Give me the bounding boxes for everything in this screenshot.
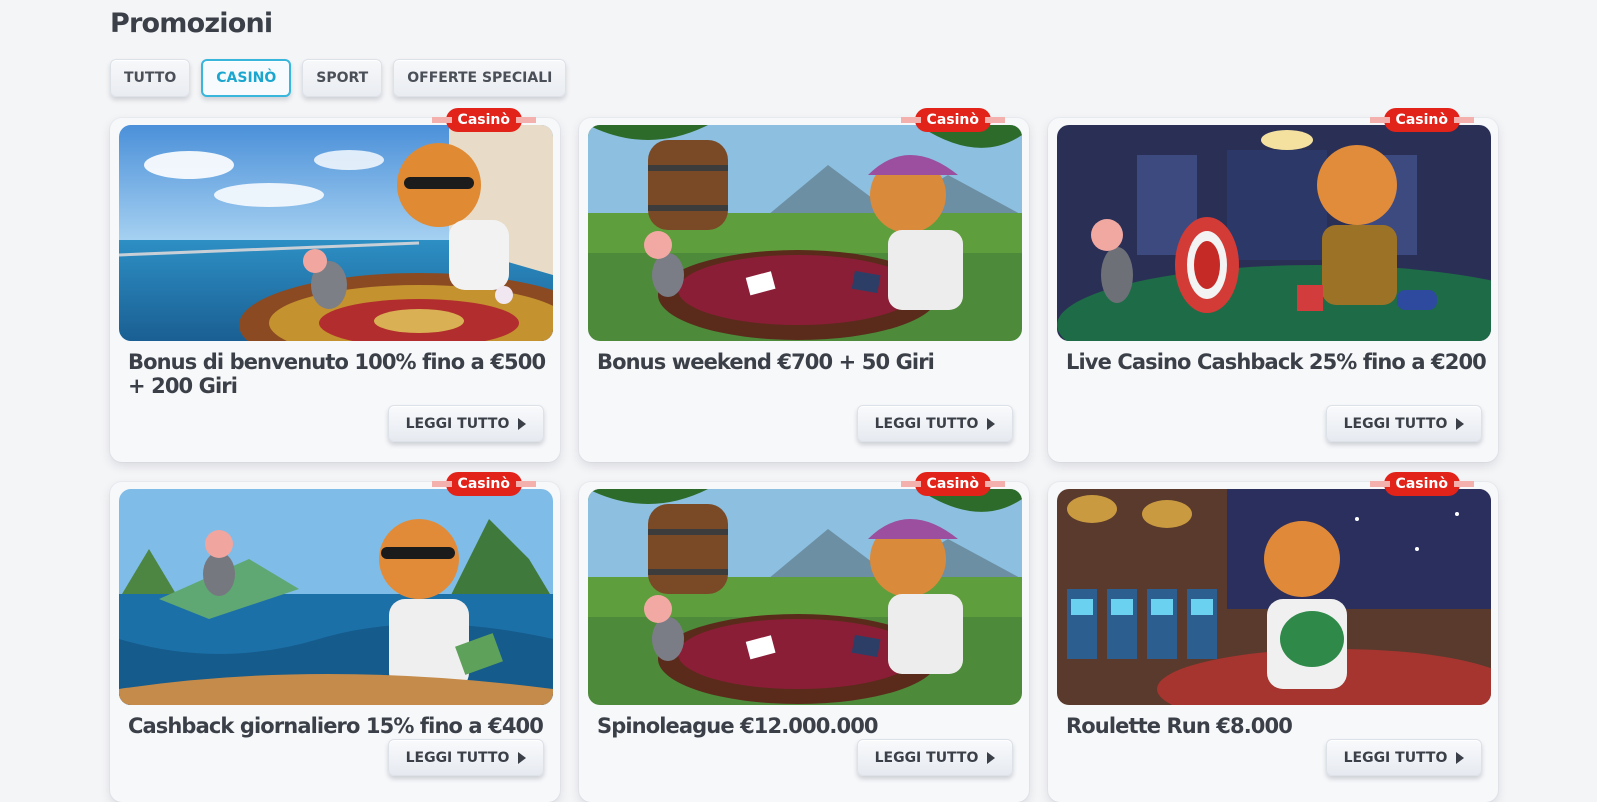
- category-badge: Casinò: [900, 472, 1006, 496]
- read-more-label: LEGGI TUTTO: [1343, 415, 1448, 432]
- promo-title: Bonus weekend €700 + 50 Giri: [597, 350, 935, 374]
- play-arrow-icon: [1456, 751, 1465, 764]
- promo-card[interactable]: Casinò: [579, 108, 1029, 462]
- promo-card[interactable]: Casinò: [1048, 472, 1498, 802]
- filter-tab-special-offers[interactable]: OFFERTE SPECIALI: [393, 59, 567, 97]
- promo-title: Spinoleague €12.000.000: [597, 714, 879, 738]
- promo-card[interactable]: Casinò Cashback giornaliero 15% fino a €…: [110, 472, 560, 802]
- promo-title: Live Casino Cashback 25% fino a €200: [1066, 350, 1487, 374]
- read-more-button[interactable]: LEGGI TUTTO: [388, 405, 544, 442]
- promo-title: Bonus di benvenuto 100% fino a €500 + 20…: [128, 350, 546, 398]
- category-badge: Casinò: [431, 472, 537, 496]
- read-more-label: LEGGI TUTTO: [405, 749, 510, 766]
- category-badge: Casinò: [900, 108, 1006, 132]
- play-arrow-icon: [518, 751, 527, 764]
- promo-image[interactable]: [1057, 489, 1491, 705]
- filter-tab-sport[interactable]: SPORT: [302, 59, 383, 97]
- play-arrow-icon: [987, 751, 996, 764]
- filter-bar: TUTTO CASINÒ SPORT OFFERTE SPECIALI: [110, 59, 567, 97]
- page-title: Promozioni: [110, 8, 273, 39]
- read-more-label: LEGGI TUTTO: [405, 415, 510, 432]
- play-arrow-icon: [518, 417, 527, 430]
- play-arrow-icon: [987, 417, 996, 430]
- read-more-button[interactable]: LEGGI TUTTO: [1326, 405, 1482, 442]
- read-more-button[interactable]: LEGGI TUTTO: [857, 405, 1013, 442]
- promo-card[interactable]: Casinò: [1048, 108, 1498, 462]
- filter-tab-all[interactable]: TUTTO: [110, 59, 191, 97]
- promo-card[interactable]: Casinò: [579, 472, 1029, 802]
- read-more-label: LEGGI TUTTO: [1343, 749, 1448, 766]
- promotions-grid: Casinò Bonus di benvenuto 100% fino a €5…: [110, 108, 1498, 802]
- promo-image[interactable]: [588, 489, 1022, 705]
- read-more-button[interactable]: LEGGI TUTTO: [1326, 739, 1482, 776]
- read-more-button[interactable]: LEGGI TUTTO: [857, 739, 1013, 776]
- play-arrow-icon: [1456, 417, 1465, 430]
- category-badge: Casinò: [1369, 472, 1475, 496]
- filter-tab-casino[interactable]: CASINÒ: [201, 59, 292, 97]
- promo-title: Roulette Run €8.000: [1066, 714, 1293, 738]
- category-badge: Casinò: [1369, 108, 1475, 132]
- read-more-label: LEGGI TUTTO: [874, 749, 979, 766]
- read-more-label: LEGGI TUTTO: [874, 415, 979, 432]
- promo-image[interactable]: [1057, 125, 1491, 341]
- promo-title: Cashback giornaliero 15% fino a €400: [128, 714, 544, 738]
- category-badge: Casinò: [431, 108, 537, 132]
- promo-image[interactable]: [119, 125, 553, 341]
- promo-image[interactable]: [119, 489, 553, 705]
- promo-card[interactable]: Casinò: [110, 108, 560, 462]
- promo-image[interactable]: [588, 125, 1022, 341]
- read-more-button[interactable]: LEGGI TUTTO: [388, 739, 544, 776]
